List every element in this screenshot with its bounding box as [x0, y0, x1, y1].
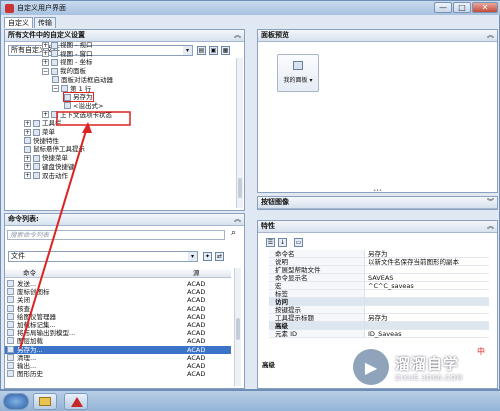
autocad-taskbar-icon[interactable]: [64, 393, 88, 410]
watermark-title: 溜溜自学: [395, 354, 460, 373]
watermark: ▶ 溜溜自学 ZIXUE.3D66.COM: [353, 343, 497, 391]
callout-arrow: [19, 123, 89, 350]
play-logo-icon: ▶: [353, 349, 389, 385]
arrow-head-icon: [82, 122, 92, 133]
watermark-url: ZIXUE.3D66.COM: [395, 373, 463, 382]
explorer-taskbar-icon[interactable]: [33, 393, 57, 410]
callout-box: [56, 111, 131, 126]
taskbar: 中: [0, 346, 500, 411]
start-button[interactable]: [3, 393, 29, 410]
